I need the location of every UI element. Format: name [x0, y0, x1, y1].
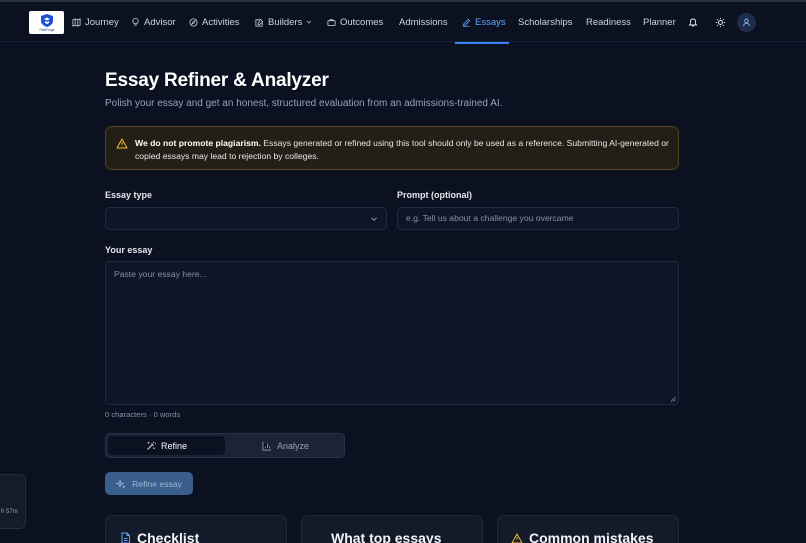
sun-icon: [715, 17, 725, 27]
mode-toggle: Refine Analyze: [105, 433, 345, 458]
nav-outcomes[interactable]: Outcomes: [327, 2, 383, 42]
nav-advisor-label: Advisor: [144, 16, 176, 28]
nav-readiness[interactable]: Readiness: [586, 2, 631, 42]
analyze-tab-label: Analyze: [276, 440, 310, 451]
nav-admissions[interactable]: Admissions: [399, 2, 448, 42]
prompt-input[interactable]: e.g. Tell us about a challenge you overc…: [397, 207, 679, 230]
session-timer-text: h 57m: [1, 509, 18, 515]
refine-tab[interactable]: Refine: [108, 436, 225, 455]
warning-icon: [511, 533, 523, 543]
analyze-tab[interactable]: Analyze: [227, 436, 344, 455]
warning-bold: We do not promote plagiarism.: [135, 138, 261, 148]
essay-label: Your essay: [105, 245, 153, 255]
user-icon: [743, 18, 750, 27]
warning-text: We do not promote plagiarism. Essays gen…: [135, 137, 671, 162]
lightbulb-icon: [132, 17, 139, 26]
checklist-title-text: Checklist: [137, 530, 200, 543]
bell-icon: [688, 18, 698, 27]
top-essays-card-title: What top essays: [331, 530, 441, 543]
nav-builders[interactable]: Builders: [255, 2, 312, 42]
briefcase-icon: [327, 18, 336, 26]
pen-icon: [462, 18, 471, 27]
map-icon: [72, 17, 81, 27]
checklist-card-title: Checklist: [120, 530, 199, 543]
logo-text: PathForge: [39, 28, 54, 32]
sparkles-icon: [116, 478, 126, 488]
character-word-count: 0 characters · 0 words: [105, 410, 181, 419]
checklist-card: Checklist: [105, 515, 287, 543]
refine-essay-button[interactable]: Refine essay: [105, 472, 193, 495]
active-tab-indicator: [455, 42, 509, 44]
nav-readiness-label: Readiness: [586, 16, 631, 28]
essay-placeholder: Paste your essay here...: [114, 269, 207, 279]
warning-icon: [116, 138, 128, 149]
refine-tab-label: Refine: [160, 440, 187, 451]
user-avatar[interactable]: [737, 13, 756, 32]
essay-type-select[interactable]: [105, 207, 387, 230]
nav-advisor[interactable]: Advisor: [131, 2, 176, 42]
essay-textarea[interactable]: Paste your essay here...: [105, 261, 679, 405]
compass-icon: [189, 17, 198, 27]
bar-chart-icon: [262, 441, 271, 450]
top-essays-title-text: What top essays: [331, 530, 442, 543]
top-nav: PathForge Journey Advisor Activities Bui…: [0, 2, 806, 44]
edit-doc-icon: [255, 18, 264, 27]
common-mistakes-title-text: Common mistakes: [529, 530, 654, 543]
nav-scholarships[interactable]: Scholarships: [518, 2, 572, 42]
session-timer-toast[interactable]: h 57m: [0, 474, 26, 529]
common-mistakes-card: Common mistakes: [497, 515, 679, 543]
magic-wand-icon: [147, 441, 156, 450]
nav-scholarships-label: Scholarships: [518, 16, 573, 28]
doc-icon: [121, 532, 130, 543]
essay-type-label: Essay type: [105, 190, 153, 200]
chevron-down-icon: [371, 217, 377, 222]
prompt-label: Prompt (optional): [397, 190, 472, 200]
nav-essays-label: Essays: [475, 16, 506, 28]
nav-activities[interactable]: Activities: [189, 2, 239, 42]
nav-activities-label: Activities: [202, 16, 240, 28]
refine-essay-button-label: Refine essay: [132, 478, 182, 489]
theme-toggle-button[interactable]: [711, 12, 729, 32]
app-logo[interactable]: PathForge: [29, 11, 64, 34]
nav-essays[interactable]: Essays: [462, 2, 506, 42]
nav-outcomes-label: Outcomes: [340, 16, 384, 28]
page-title: Essay Refiner & Analyzer: [105, 70, 329, 91]
nav-journey[interactable]: Journey: [72, 2, 119, 42]
nav-planner[interactable]: Planner: [643, 2, 676, 42]
nav-journey-label: Journey: [85, 16, 119, 28]
top-essays-card: What top essays: [301, 515, 483, 543]
resize-handle-icon[interactable]: [670, 396, 676, 402]
common-mistakes-card-title: Common mistakes: [511, 530, 653, 543]
notifications-button[interactable]: [684, 12, 702, 32]
nav-planner-label: Planner: [643, 16, 676, 28]
chevron-down-icon: [307, 20, 312, 24]
nav-admissions-label: Admissions: [399, 16, 448, 28]
page-subtitle: Polish your essay and get an honest, str…: [105, 98, 503, 109]
plagiarism-warning: We do not promote plagiarism. Essays gen…: [105, 126, 679, 170]
nav-builders-label: Builders: [268, 16, 303, 28]
